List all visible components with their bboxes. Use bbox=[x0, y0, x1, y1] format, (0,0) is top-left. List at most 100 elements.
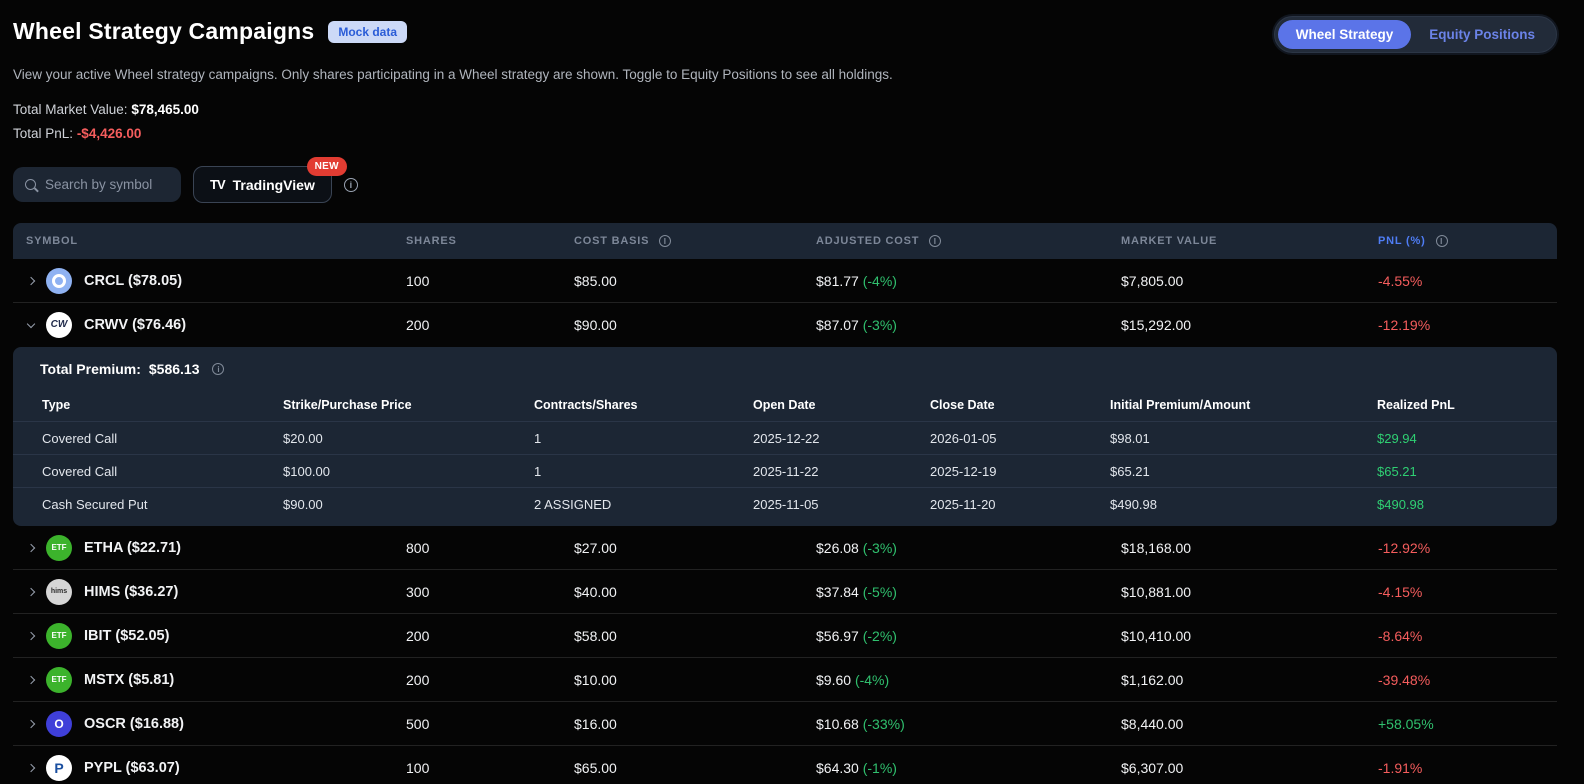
premium-cell: $490.98 bbox=[1110, 497, 1377, 512]
chevron-right-icon[interactable] bbox=[27, 631, 35, 639]
table-row-ibit[interactable]: ETF IBIT ($52.05) 200 $58.00 $56.97 (-2%… bbox=[13, 614, 1557, 658]
chevron-right-icon[interactable] bbox=[27, 763, 35, 771]
cost-basis-cell: $65.00 bbox=[561, 760, 803, 776]
realized-pnl-cell: $490.98 bbox=[1377, 497, 1557, 512]
tradingview-info-icon[interactable] bbox=[344, 178, 358, 192]
adjusted-pct: (-2%) bbox=[863, 628, 897, 644]
campaign-row: Cash Secured Put $90.00 2 ASSIGNED 2025-… bbox=[13, 487, 1557, 520]
chevron-right-icon[interactable] bbox=[27, 276, 35, 284]
swirl-ring-glyph bbox=[52, 274, 66, 288]
realized-pnl-cell: $29.94 bbox=[1377, 431, 1557, 446]
symbol-label: HIMS ($36.27) bbox=[84, 584, 178, 600]
table-row-mstx[interactable]: ETF MSTX ($5.81) 200 $10.00 $9.60 (-4%) … bbox=[13, 658, 1557, 702]
table-row-crwv[interactable]: CW CRWV ($76.46) 200 $90.00 $87.07 (-3%)… bbox=[13, 303, 1557, 347]
positions-table: SYMBOL SHARES COST BASIS ADJUSTED COST M… bbox=[13, 223, 1557, 784]
total-pnl-label: Total PnL: bbox=[13, 126, 73, 141]
column-header-symbol[interactable]: SYMBOL bbox=[13, 235, 393, 247]
adjusted-pct: (-1%) bbox=[863, 760, 897, 776]
new-badge: NEW bbox=[307, 157, 347, 176]
total-market-value-label: Total Market Value: bbox=[13, 102, 128, 117]
market-value-cell: $18,168.00 bbox=[1108, 540, 1365, 556]
adjusted-cost-cell: $56.97 (-2%) bbox=[803, 628, 1108, 644]
search-input[interactable] bbox=[45, 177, 169, 192]
shares-cell: 100 bbox=[393, 273, 561, 289]
open-date-cell: 2025-11-05 bbox=[753, 497, 930, 512]
search-icon bbox=[25, 179, 36, 190]
toggle-wheel-strategy[interactable]: Wheel Strategy bbox=[1278, 20, 1412, 49]
open-date-cell: 2025-12-22 bbox=[753, 431, 930, 446]
market-value-cell: $10,410.00 bbox=[1108, 628, 1365, 644]
header: Wheel Strategy Campaigns Mock data Wheel… bbox=[0, 0, 1584, 45]
mock-data-badge: Mock data bbox=[328, 21, 407, 43]
paypal-logo-icon: P bbox=[46, 755, 72, 781]
pnl-cell: -8.64% bbox=[1365, 628, 1557, 644]
column-header-market-value[interactable]: MARKET VALUE bbox=[1108, 235, 1365, 247]
pnl-cell: -12.19% bbox=[1365, 317, 1557, 333]
pnl-cell: -4.55% bbox=[1365, 273, 1557, 289]
subcol-close-date: Close Date bbox=[930, 398, 1110, 412]
subcol-open-date: Open Date bbox=[753, 398, 930, 412]
table-header-row: SYMBOL SHARES COST BASIS ADJUSTED COST M… bbox=[13, 223, 1557, 259]
column-header-cost-basis[interactable]: COST BASIS bbox=[561, 235, 803, 247]
cost-basis-cell: $90.00 bbox=[561, 317, 803, 333]
contracts-cell: 1 bbox=[534, 464, 753, 479]
adjusted-pct: (-3%) bbox=[863, 317, 897, 333]
strike-cell: $20.00 bbox=[283, 431, 534, 446]
table-row-pypl[interactable]: P PYPL ($63.07) 100 $65.00 $64.30 (-1%) … bbox=[13, 746, 1557, 784]
chevron-right-icon[interactable] bbox=[27, 543, 35, 551]
total-market-value-amount: $78,465.00 bbox=[131, 102, 199, 117]
shares-cell: 200 bbox=[393, 628, 561, 644]
subcol-realized-pnl: Realized PnL bbox=[1377, 398, 1557, 412]
symbol-label: OSCR ($16.88) bbox=[84, 716, 184, 732]
type-cell: Covered Call bbox=[42, 431, 283, 446]
cost-basis-cell: $27.00 bbox=[561, 540, 803, 556]
pnl-cell: +58.05% bbox=[1365, 716, 1557, 732]
subcol-type: Type bbox=[42, 398, 283, 412]
toggle-equity-positions[interactable]: Equity Positions bbox=[1411, 20, 1553, 49]
shares-cell: 300 bbox=[393, 584, 561, 600]
cost-basis-cell: $85.00 bbox=[561, 273, 803, 289]
column-header-pnl[interactable]: PNL (%) bbox=[1365, 235, 1557, 247]
shares-cell: 500 bbox=[393, 716, 561, 732]
pnl-cell: -4.15% bbox=[1365, 584, 1557, 600]
chevron-right-icon[interactable] bbox=[27, 719, 35, 727]
tradingview-label: TradingView bbox=[233, 177, 315, 193]
total-premium-label: Total Premium: bbox=[40, 361, 141, 377]
expanded-campaign-panel: Total Premium: $586.13 Type Strike/Purch… bbox=[13, 347, 1557, 526]
chevron-right-icon[interactable] bbox=[27, 675, 35, 683]
campaign-subtable-header: Type Strike/Purchase Price Contracts/Sha… bbox=[13, 389, 1557, 421]
cost-basis-cell: $58.00 bbox=[561, 628, 803, 644]
info-icon[interactable] bbox=[929, 235, 941, 247]
toolbar: TV TradingView NEW bbox=[0, 146, 1584, 203]
contracts-cell: 2 ASSIGNED bbox=[534, 497, 753, 512]
table-row-etha[interactable]: ETF ETHA ($22.71) 800 $27.00 $26.08 (-3%… bbox=[13, 526, 1557, 570]
cost-basis-cell: $10.00 bbox=[561, 672, 803, 688]
table-row-hims[interactable]: hims HIMS ($36.27) 300 $40.00 $37.84 (-5… bbox=[13, 570, 1557, 614]
cost-basis-cell: $40.00 bbox=[561, 584, 803, 600]
info-icon[interactable] bbox=[1436, 235, 1448, 247]
chevron-down-icon[interactable] bbox=[27, 319, 35, 327]
shares-cell: 200 bbox=[393, 317, 561, 333]
subcol-contracts: Contracts/Shares bbox=[534, 398, 753, 412]
info-icon[interactable] bbox=[659, 235, 671, 247]
page-title: Wheel Strategy Campaigns bbox=[13, 18, 314, 45]
total-premium-value: $586.13 bbox=[149, 361, 200, 377]
type-cell: Cash Secured Put bbox=[42, 497, 283, 512]
adjusted-pct: (-33%) bbox=[863, 716, 905, 732]
table-row-oscr[interactable]: O OSCR ($16.88) 500 $16.00 $10.68 (-33%)… bbox=[13, 702, 1557, 746]
search-box[interactable] bbox=[13, 167, 181, 202]
close-date-cell: 2025-11-20 bbox=[930, 497, 1110, 512]
adjusted-cost-cell: $10.68 (-33%) bbox=[803, 716, 1108, 732]
chevron-right-icon[interactable] bbox=[27, 587, 35, 595]
premium-cell: $98.01 bbox=[1110, 431, 1377, 446]
pnl-cell: -39.48% bbox=[1365, 672, 1557, 688]
symbol-label: MSTX ($5.81) bbox=[84, 672, 174, 688]
tradingview-button[interactable]: TV TradingView NEW bbox=[193, 166, 332, 203]
column-header-shares[interactable]: SHARES bbox=[393, 235, 561, 247]
table-row-crcl[interactable]: CRCL ($78.05) 100 $85.00 $81.77 (-4%) $7… bbox=[13, 259, 1557, 303]
campaign-row: Covered Call $20.00 1 2025-12-22 2026-01… bbox=[13, 421, 1557, 454]
symbol-label: CRCL ($78.05) bbox=[84, 273, 182, 289]
symbol-label: ETHA ($22.71) bbox=[84, 540, 181, 556]
info-icon[interactable] bbox=[212, 363, 224, 375]
column-header-adjusted-cost[interactable]: ADJUSTED COST bbox=[803, 235, 1108, 247]
